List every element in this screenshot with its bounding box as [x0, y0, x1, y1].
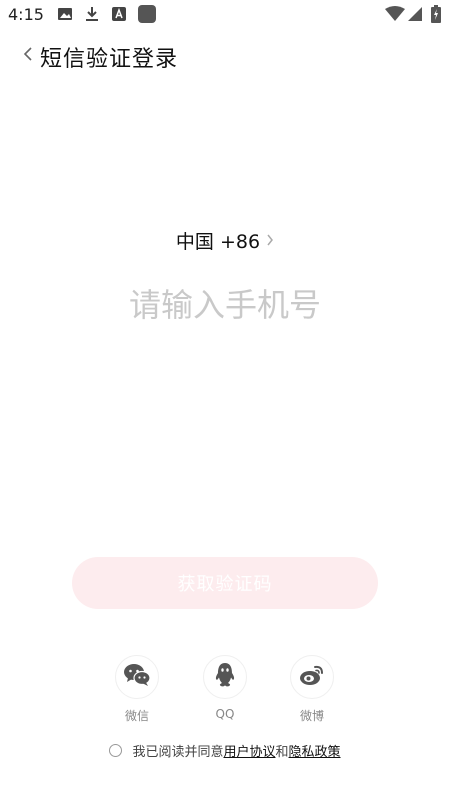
qq-button[interactable]: [203, 655, 247, 699]
status-time: 4:15: [8, 5, 44, 24]
country-code-label: 中国 +86: [175, 230, 261, 253]
download-icon: [84, 6, 100, 26]
status-bar: 4:15: [0, 0, 450, 30]
header: 短信验证登录: [0, 36, 450, 76]
page-title: 短信验证登录: [40, 47, 179, 72]
qq-icon: [214, 662, 236, 692]
qq-login[interactable]: QQ: [185, 655, 265, 721]
back-button[interactable]: [20, 44, 36, 68]
image-icon: [57, 6, 73, 26]
app-a-icon: [111, 6, 127, 26]
app-square-icon: [137, 4, 157, 28]
get-code-label: 获取验证码: [177, 574, 273, 595]
weibo-button[interactable]: [290, 655, 334, 699]
agreement-conjunction: 和: [275, 744, 289, 760]
agreement-prefix: 我已阅读并同意: [132, 744, 224, 760]
chevron-right-icon: [266, 232, 274, 251]
signal-icon: [407, 6, 423, 26]
privacy-policy-link[interactable]: 隐私政策: [289, 741, 341, 760]
chevron-left-icon: [23, 46, 33, 66]
wechat-label: 微信: [124, 709, 149, 723]
qq-label: QQ: [215, 707, 235, 721]
battery-icon: [431, 5, 441, 27]
wechat-login[interactable]: 微信: [97, 655, 177, 724]
weibo-label: 微博: [299, 709, 324, 723]
user-agreement-link[interactable]: 用户协议: [223, 741, 275, 760]
wifi-icon: [385, 6, 405, 26]
wechat-icon: [123, 663, 151, 691]
phone-input[interactable]: [60, 280, 390, 330]
country-code-selector[interactable]: 中国 +86: [0, 225, 450, 255]
agree-radio[interactable]: [109, 743, 123, 757]
agreement-row: 我已阅读并同意 用户协议 和 隐私政策: [0, 740, 450, 760]
wechat-button[interactable]: [115, 655, 159, 699]
weibo-login[interactable]: 微博: [272, 655, 352, 724]
get-code-button[interactable]: 获取验证码: [72, 557, 378, 609]
weibo-icon: [299, 664, 325, 690]
